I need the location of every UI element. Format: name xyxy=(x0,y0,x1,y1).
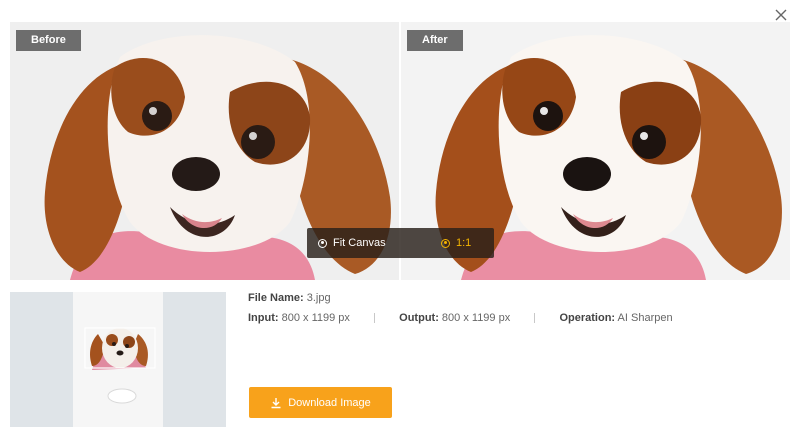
one-to-one-label: 1:1 xyxy=(456,237,472,249)
download-image-button[interactable]: Download Image xyxy=(249,387,392,418)
input-label: Input: xyxy=(248,312,279,324)
one-to-one-option[interactable]: 1:1 xyxy=(419,228,471,258)
navigator-thumbnail[interactable] xyxy=(10,292,226,427)
file-name-row: File Name: 3.jpg xyxy=(248,288,673,308)
file-details-row: Input: 800 x 1199 px Output: 800 x 1199 … xyxy=(248,308,673,328)
operation-value: AI Sharpen xyxy=(617,312,673,324)
download-label: Download Image xyxy=(288,396,371,409)
operation-label: Operation: xyxy=(559,312,616,324)
output-value: 800 x 1199 px xyxy=(441,312,511,324)
input-value: 800 x 1199 px xyxy=(281,312,350,324)
separator xyxy=(534,313,536,324)
file-info: File Name: 3.jpg Input: 800 x 1199 px Ou… xyxy=(248,288,673,328)
fit-canvas-label: Fit Canvas xyxy=(333,237,386,249)
radio-icon xyxy=(441,238,450,248)
view-mode-toggle[interactable]: Fit Canvas 1:1 xyxy=(307,228,494,258)
output-label: Output: xyxy=(399,312,439,324)
file-name-label: File Name: xyxy=(248,292,304,304)
download-icon xyxy=(271,397,281,408)
radio-icon xyxy=(318,238,327,248)
separator xyxy=(374,313,376,324)
fit-canvas-option[interactable]: Fit Canvas xyxy=(307,228,419,258)
compare-viewer[interactable]: Before After Fit Canvas 1:1 xyxy=(10,22,790,280)
file-name-value: 3.jpg xyxy=(306,292,331,304)
after-label: After xyxy=(407,30,463,51)
before-label: Before xyxy=(16,30,81,51)
